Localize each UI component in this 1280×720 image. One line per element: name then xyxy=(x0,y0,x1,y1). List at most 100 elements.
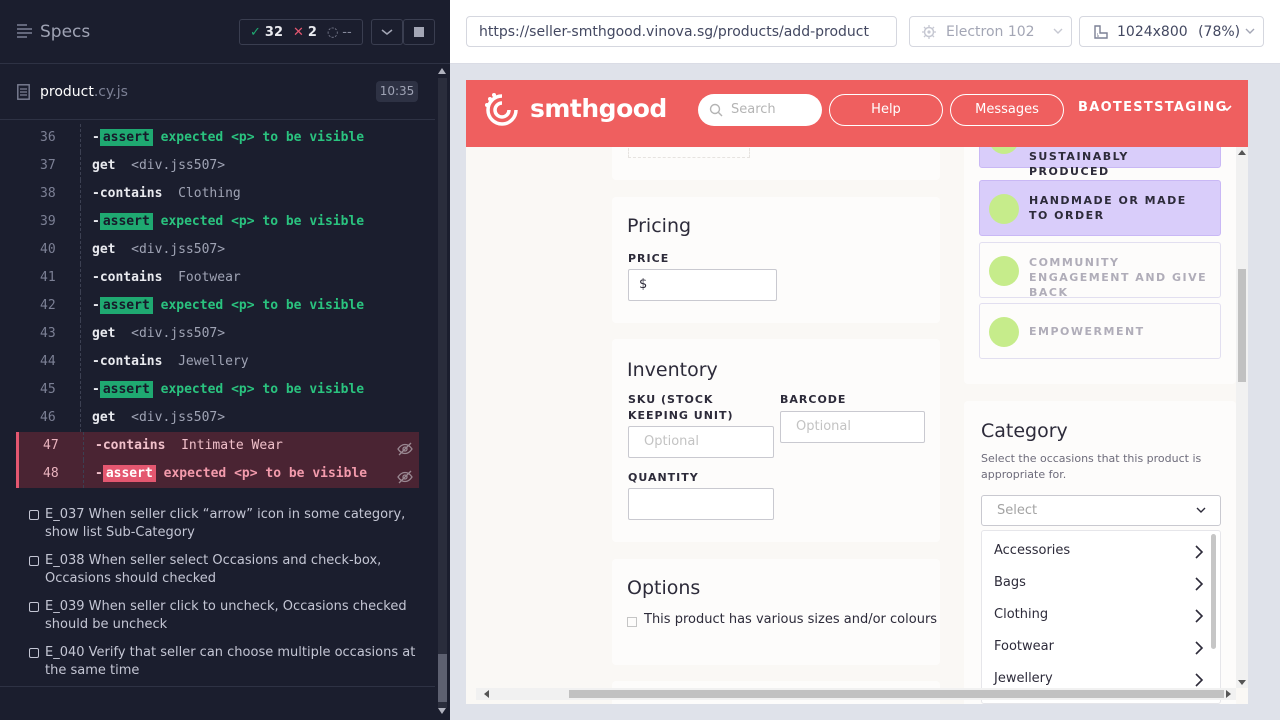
price-input[interactable]: $ xyxy=(628,269,777,301)
command-row[interactable]: 38 -contains Clothing xyxy=(16,180,419,208)
sku-input[interactable]: Optional xyxy=(628,426,774,458)
command-row[interactable]: 36 - assert expected <p> to be visible xyxy=(16,124,419,152)
command-row[interactable]: 42 - assert expected <p> to be visible xyxy=(16,292,419,320)
command-row[interactable]: 39 - assert expected <p> to be visible xyxy=(16,208,419,236)
command-line-number: 43 xyxy=(40,326,56,341)
specs-title[interactable]: Specs xyxy=(40,22,90,42)
scroll-left-arrow-icon[interactable] xyxy=(484,690,489,698)
inventory-card: Inventory SKU (STOCK KEEPING UNIT) Optio… xyxy=(612,339,940,542)
aut-toolbar: https://seller-smthgood.vinova.sg/produc… xyxy=(450,0,1280,64)
specs-list-icon[interactable] xyxy=(17,24,32,38)
value-option-card[interactable]: EMPOWERMENT xyxy=(979,303,1221,359)
scroll-right-arrow-icon[interactable] xyxy=(1226,690,1231,698)
app-hscroll-thumb[interactable] xyxy=(569,690,1224,698)
app-vertical-scrollbar[interactable] xyxy=(1236,147,1248,688)
test-item[interactable]: E_038 When seller select Occasions and c… xyxy=(28,552,418,588)
chevron-right-icon[interactable] xyxy=(1194,545,1204,559)
category-select[interactable]: Select xyxy=(981,495,1221,526)
value-option-card[interactable]: HANDMADE OR MADE TO ORDER xyxy=(979,180,1221,236)
spec-file-header: product.cy.js 10:35 xyxy=(0,65,435,120)
price-label: PRICE xyxy=(628,252,670,265)
scroll-thumb[interactable] xyxy=(438,654,447,702)
command-body: - assert expected <p> to be visible xyxy=(92,124,364,152)
command-rail xyxy=(80,292,81,320)
value-option-label: EMPOWERMENT xyxy=(1029,325,1145,338)
chevron-right-icon[interactable] xyxy=(1194,609,1204,623)
scroll-up-arrow-icon[interactable] xyxy=(1238,150,1246,155)
pending-checkbox-icon xyxy=(29,556,39,566)
command-body: - assert expected <p> to be visible xyxy=(92,376,364,404)
command-row[interactable]: 44 -contains Jewellery xyxy=(16,348,419,376)
command-rail xyxy=(80,264,81,292)
scroll-down-arrow-icon[interactable] xyxy=(1238,680,1246,685)
variants-checkbox-label[interactable]: This product has various sizes and/or co… xyxy=(644,612,937,627)
test-title: E_038 When seller select Occasions and c… xyxy=(45,553,382,586)
eye-slash-icon[interactable] xyxy=(397,470,413,484)
value-option-card[interactable]: COMMUNITY ENGAGEMENT AND GIVE BACK xyxy=(979,242,1221,299)
command-name: get xyxy=(92,158,116,173)
command-line-number: 38 xyxy=(40,186,56,201)
category-item[interactable]: Bags xyxy=(994,575,1209,591)
barcode-label: BARCODE xyxy=(780,393,847,406)
command-dash: - xyxy=(92,130,100,145)
command-rail xyxy=(80,152,81,180)
site-search-input[interactable]: Search xyxy=(698,94,822,126)
command-row[interactable]: 46 get <div.jss507> xyxy=(16,404,419,432)
options-title: Options xyxy=(627,577,701,599)
variants-checkbox[interactable] xyxy=(627,617,637,627)
scroll-up-arrow-icon[interactable] xyxy=(438,68,446,74)
scroll-track[interactable] xyxy=(438,78,447,708)
quantity-input[interactable] xyxy=(628,488,774,520)
test-item[interactable]: E_039 When seller click to uncheck, Occa… xyxy=(28,598,418,634)
assert-message: expected <p> to be visible xyxy=(160,130,365,145)
app-scroll-thumb[interactable] xyxy=(1238,269,1246,382)
barcode-input[interactable]: Optional xyxy=(780,411,925,443)
messages-button[interactable]: Messages xyxy=(950,94,1064,126)
chevron-right-icon[interactable] xyxy=(1194,641,1204,655)
chevron-right-icon[interactable] xyxy=(1194,577,1204,591)
viewport-selector[interactable]: 1024x800 (78%) xyxy=(1079,16,1264,47)
spec-file-name[interactable]: product.cy.js xyxy=(40,84,128,100)
command-row[interactable]: 40 get <div.jss507> xyxy=(16,236,419,264)
scroll-down-arrow-icon[interactable] xyxy=(438,708,446,714)
category-item[interactable]: Footwear xyxy=(994,639,1209,655)
pricing-title: Pricing xyxy=(627,215,692,237)
eye-slash-icon-wrap[interactable] xyxy=(397,467,413,495)
category-item[interactable]: Jewellery xyxy=(994,671,1209,687)
category-item[interactable]: Clothing xyxy=(994,607,1209,623)
user-menu[interactable]: BAOTESTSTAGING xyxy=(1078,100,1232,115)
test-item[interactable]: E_040 Verify that seller can choose mult… xyxy=(28,644,418,680)
command-arg: Intimate Wear xyxy=(181,438,283,453)
smthgood-logo[interactable]: smthgood xyxy=(530,94,667,123)
browser-selector[interactable]: Electron 102 xyxy=(909,16,1072,47)
command-name: -contains xyxy=(95,438,166,453)
smthgood-logo-icon[interactable] xyxy=(482,90,522,130)
command-row[interactable]: 37 get <div.jss507> xyxy=(16,152,419,180)
pending-checkbox-icon xyxy=(29,510,39,520)
browser-name: Electron 102 xyxy=(946,24,1035,40)
image-upload-area[interactable] xyxy=(628,148,750,158)
command-log-scrollbar[interactable] xyxy=(435,64,450,720)
command-arg: Jewellery xyxy=(178,354,249,369)
test-item[interactable]: E_037 When seller click “arrow” icon in … xyxy=(28,506,418,542)
options-dropdown-button[interactable] xyxy=(371,19,403,45)
category-title: Category xyxy=(981,420,1068,442)
command-row[interactable]: 43 get <div.jss507> xyxy=(16,320,419,348)
command-rail xyxy=(80,348,81,376)
chevron-right-icon[interactable] xyxy=(1194,673,1204,687)
command-row[interactable]: 48 - assert expected <p> to be visible xyxy=(16,460,419,488)
url-field[interactable]: https://seller-smthgood.vinova.sg/produc… xyxy=(466,16,897,47)
app-horizontal-scrollbar[interactable] xyxy=(476,688,1236,700)
command-row[interactable]: 47 -contains Intimate Wear xyxy=(16,432,419,460)
command-rail xyxy=(80,320,81,348)
command-body: get <div.jss507> xyxy=(92,236,225,264)
category-item[interactable]: Accessories xyxy=(994,543,1209,559)
help-button[interactable]: Help xyxy=(829,94,943,126)
eye-slash-icon[interactable] xyxy=(397,442,413,456)
command-body: - assert expected <p> to be visible xyxy=(92,292,364,320)
dropdown-scrollbar[interactable] xyxy=(1211,534,1216,649)
stop-icon xyxy=(414,27,424,37)
stop-button[interactable] xyxy=(403,19,435,45)
command-row[interactable]: 41 -contains Footwear xyxy=(16,264,419,292)
command-row[interactable]: 45 - assert expected <p> to be visible xyxy=(16,376,419,404)
